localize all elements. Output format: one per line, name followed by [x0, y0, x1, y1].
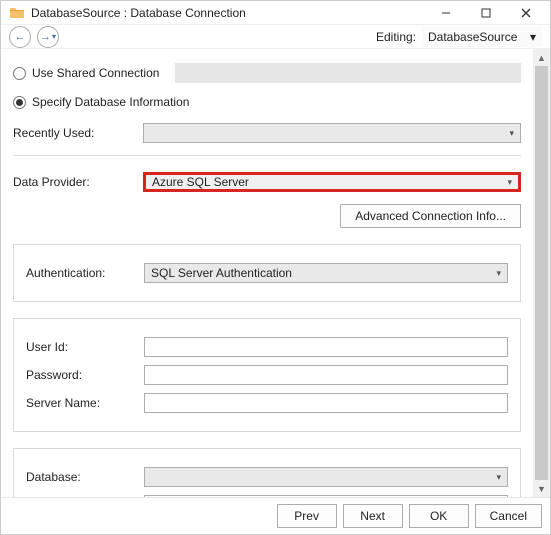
- scrollbar-thumb[interactable]: [535, 66, 548, 480]
- chevron-down-icon: ▾: [509, 128, 514, 139]
- password-label: Password:: [26, 368, 144, 382]
- chevron-down-icon: ▾: [507, 177, 512, 188]
- specify-db-radio[interactable]: [13, 96, 26, 109]
- use-shared-radio[interactable]: [13, 67, 26, 80]
- next-button[interactable]: Next: [343, 504, 403, 528]
- minimize-button[interactable]: [426, 1, 466, 24]
- user-id-input[interactable]: [144, 337, 508, 357]
- recently-used-label: Recently Used:: [13, 126, 143, 140]
- authentication-value: SQL Server Authentication: [151, 266, 292, 280]
- folder-icon: [9, 5, 25, 21]
- recently-used-dropdown[interactable]: ▾: [143, 123, 521, 143]
- auth-section: Authentication: SQL Server Authenticatio…: [13, 244, 521, 302]
- cancel-button[interactable]: Cancel: [475, 504, 542, 528]
- dialog-window: DatabaseSource : Database Connection ← →…: [0, 0, 551, 535]
- maximize-button[interactable]: [466, 1, 506, 24]
- vertical-scrollbar[interactable]: ▲ ▼: [533, 49, 550, 497]
- editing-label: Editing:: [376, 30, 416, 44]
- close-button[interactable]: [506, 1, 546, 24]
- data-provider-dropdown[interactable]: Azure SQL Server ▾: [143, 172, 521, 192]
- titlebar: DatabaseSource : Database Connection: [1, 1, 550, 24]
- server-name-input[interactable]: [144, 393, 508, 413]
- database-label: Database:: [26, 470, 144, 484]
- nav-back-button[interactable]: ←: [9, 26, 31, 48]
- credentials-section: User Id: Password: Server Name:: [13, 318, 521, 432]
- server-name-label: Server Name:: [26, 396, 144, 410]
- data-provider-label: Data Provider:: [13, 175, 143, 189]
- divider: [13, 155, 521, 156]
- authentication-label: Authentication:: [26, 266, 144, 280]
- window-title: DatabaseSource : Database Connection: [31, 6, 246, 20]
- toolbar: ← →▾ Editing: DatabaseSource ▾: [1, 24, 550, 49]
- chevron-down-icon: ▾: [530, 30, 536, 44]
- chevron-down-icon: ▾: [496, 268, 501, 279]
- nav-forward-button[interactable]: →▾: [37, 26, 59, 48]
- database-section: Database: ▾ Schema: Port: 1433 Test: [13, 448, 521, 497]
- scroll-up-icon: ▲: [533, 49, 550, 66]
- prev-button[interactable]: Prev: [277, 504, 337, 528]
- footer: Prev Next OK Cancel: [1, 497, 550, 534]
- editing-dropdown[interactable]: DatabaseSource ▾: [422, 27, 542, 47]
- dialog-body: Use Shared Connection Specify Database I…: [1, 49, 533, 497]
- authentication-dropdown[interactable]: SQL Server Authentication ▾: [144, 263, 508, 283]
- scroll-down-icon: ▼: [533, 480, 550, 497]
- use-shared-label: Use Shared Connection: [32, 66, 159, 80]
- ok-button[interactable]: OK: [409, 504, 469, 528]
- chevron-down-icon: ▾: [496, 472, 501, 483]
- advanced-connection-button[interactable]: Advanced Connection Info...: [340, 204, 521, 228]
- user-id-label: User Id:: [26, 340, 144, 354]
- password-input[interactable]: [144, 365, 508, 385]
- shared-connection-dropdown: [175, 63, 521, 83]
- data-provider-value: Azure SQL Server: [152, 175, 249, 189]
- editing-value: DatabaseSource: [428, 30, 517, 44]
- database-dropdown[interactable]: ▾: [144, 467, 508, 487]
- specify-db-label: Specify Database Information: [32, 95, 189, 109]
